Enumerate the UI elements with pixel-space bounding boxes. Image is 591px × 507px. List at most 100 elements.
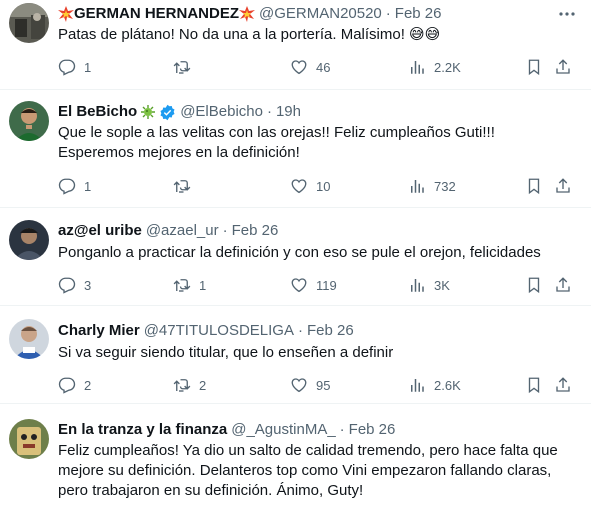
separator-dot: · — [266, 103, 272, 120]
reply-button[interactable]: 3 — [58, 275, 91, 295]
verified-badge-icon[interactable] — [159, 104, 176, 121]
share-icon — [556, 178, 570, 193]
bookmark-icon — [528, 377, 540, 394]
retweet-button[interactable] — [173, 57, 199, 77]
bookmark-icon — [528, 178, 540, 195]
avatar[interactable] — [9, 419, 49, 459]
reply-button[interactable]: 2 — [58, 375, 91, 395]
share-icon — [556, 59, 570, 74]
tweet-header: Charly Mier @47TITULOSDELIGA · Feb 26 — [58, 321, 354, 341]
display-name[interactable]: Charly Mier — [58, 321, 140, 341]
reply-icon — [58, 377, 76, 394]
timestamp[interactable]: Feb 26 — [395, 4, 442, 24]
tweet-header: El BeBicho @ElBebicho · 19h — [58, 102, 301, 122]
reply-button[interactable]: 1 — [58, 57, 91, 77]
tweet-text-line: Que le sople a las velitas con las oreja… — [58, 124, 495, 141]
avatar[interactable] — [9, 3, 49, 43]
retweet-button[interactable] — [173, 176, 199, 196]
display-name[interactable]: En la tranza y la finanza — [58, 420, 227, 440]
views-button[interactable]: 2.6K — [408, 375, 461, 395]
display-name[interactable]: az@el uribe — [58, 221, 142, 241]
heart-icon — [291, 378, 307, 393]
share-button[interactable] — [554, 275, 572, 295]
handle[interactable]: @_AgustinMA_ — [231, 420, 335, 440]
bookmark-button[interactable] — [525, 176, 543, 196]
explosion-emoji-icon — [58, 6, 74, 22]
heart-icon — [291, 278, 307, 293]
bookmark-button[interactable] — [525, 375, 543, 395]
tweet-text: Que le sople a las velitas con las oreja… — [58, 123, 583, 163]
like-button[interactable]: 119 — [290, 275, 337, 295]
handle[interactable]: @47TITULOSDELIGA — [144, 321, 294, 341]
avatar[interactable] — [9, 220, 49, 260]
views-button[interactable]: 3K — [408, 275, 450, 295]
retweet-button[interactable]: 2 — [173, 375, 206, 395]
like-button[interactable]: 10 — [290, 176, 330, 196]
like-count: 119 — [316, 277, 337, 293]
views-button[interactable]: 2.2K — [408, 57, 461, 77]
tweet-actions: 1 46 2.2K — [58, 57, 578, 77]
tweet-actions: 1 10 732 — [58, 176, 578, 196]
tweet[interactable]: Charly Mier @47TITULOSDELIGA · Feb 26 Si… — [0, 306, 591, 404]
tweet[interactable]: El BeBicho @ElBebicho · 19h Que le sople… — [0, 90, 591, 208]
tweet-header: az@el uribe @azael_ur · Feb 26 — [58, 221, 278, 241]
share-button[interactable] — [554, 375, 572, 395]
reply-count: 1 — [84, 59, 92, 75]
retweet-icon — [173, 61, 191, 74]
display-name[interactable]: GERMAN HERNANDEZ — [74, 4, 239, 24]
share-button[interactable] — [554, 57, 572, 77]
like-count: 46 — [316, 59, 331, 75]
tweet-text: Patas de plátano! No da una a la porterí… — [58, 25, 583, 45]
heart-icon — [291, 179, 307, 194]
timestamp[interactable]: Feb 26 — [232, 221, 279, 241]
retweet-icon — [173, 279, 191, 292]
tweet-text-line: Feliz cumpleaños! Ya dio un salto de cal… — [58, 442, 558, 459]
view-count: 3K — [434, 277, 450, 293]
tweet[interactable]: GERMAN HERNANDEZ @GERMAN20520 · Feb 26 P… — [0, 0, 591, 90]
retweet-button[interactable]: 1 — [173, 275, 206, 295]
more-icon[interactable] — [557, 4, 577, 24]
timestamp[interactable]: 19h — [276, 102, 301, 122]
retweet-count: 1 — [199, 277, 207, 293]
view-count: 2.6K — [434, 377, 461, 393]
share-icon — [556, 377, 570, 392]
share-button[interactable] — [554, 176, 572, 196]
tweet-text: Si va seguir siendo titular, que lo ense… — [58, 343, 583, 363]
avatar[interactable] — [9, 101, 49, 141]
reply-icon — [58, 59, 76, 76]
tweet-header: En la tranza y la finanza @_AgustinMA_ ·… — [58, 420, 395, 440]
timestamp[interactable]: Feb 26 — [349, 420, 396, 440]
separator-dot: · — [222, 222, 228, 239]
virus-emoji-icon — [140, 104, 156, 120]
tweet-text: Ponganlo a practicar la definición y con… — [58, 243, 583, 263]
tweet-text-line: Si va seguir siendo titular, que lo ense… — [58, 344, 394, 361]
bookmark-button[interactable] — [525, 275, 543, 295]
bookmark-icon — [528, 59, 540, 76]
handle[interactable]: @azael_ur — [146, 221, 219, 241]
like-button[interactable]: 46 — [290, 57, 330, 77]
reply-icon — [58, 178, 76, 195]
tweet-text-line: mejore su definición. Delanteros top com… — [58, 462, 552, 479]
display-name[interactable]: El BeBicho — [58, 102, 137, 122]
like-count: 10 — [316, 178, 331, 194]
handle[interactable]: @GERMAN20520 — [259, 4, 382, 24]
tweet[interactable]: az@el uribe @azael_ur · Feb 26 Ponganlo … — [0, 208, 591, 306]
views-icon — [411, 180, 424, 193]
like-button[interactable]: 95 — [290, 375, 330, 395]
tweet[interactable]: En la tranza y la finanza @_AgustinMA_ ·… — [0, 404, 591, 507]
retweet-icon — [173, 180, 191, 193]
handle[interactable]: @ElBebicho — [180, 102, 263, 122]
heart-icon — [291, 60, 307, 75]
tweet-text-line: Patas de plátano! No da una a la porterí… — [58, 26, 441, 43]
separator-dot: · — [297, 322, 303, 339]
avatar[interactable] — [9, 319, 49, 359]
reply-button[interactable]: 1 — [58, 176, 91, 196]
bookmark-button[interactable] — [525, 57, 543, 77]
separator-dot: · — [339, 421, 345, 438]
tweet-text-line: pero trabajaron en su definición. Ánimo,… — [58, 482, 364, 499]
views-button[interactable]: 732 — [408, 176, 456, 196]
views-icon — [411, 279, 424, 292]
views-icon — [411, 61, 424, 74]
timestamp[interactable]: Feb 26 — [307, 321, 354, 341]
tweet-header: GERMAN HERNANDEZ @GERMAN20520 · Feb 26 — [58, 4, 441, 24]
